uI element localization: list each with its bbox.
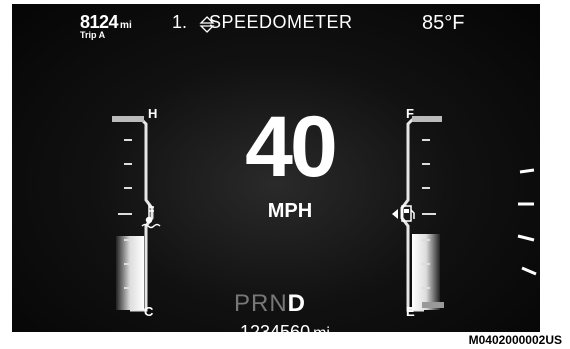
fuel-empty-label: E xyxy=(406,304,415,319)
trip-value: 8124 xyxy=(80,12,119,32)
speed-unit: MPH xyxy=(267,200,313,222)
outside-temperature: 85°F xyxy=(422,12,465,34)
instrument-cluster-display: 8124 mi Trip A 1. SPEEDOMETER 85°F 40 MPH… xyxy=(12,4,540,332)
right-dial-tick xyxy=(519,168,535,174)
display-menu: 1. SPEEDOMETER xyxy=(172,12,353,33)
right-dial-tick xyxy=(517,234,535,242)
fuel-full-label: F xyxy=(406,106,414,121)
odometer: 1234560mi xyxy=(240,322,330,332)
temp-high-label: H xyxy=(148,106,158,121)
right-dial-tick xyxy=(521,266,537,276)
temperature-fill-bar xyxy=(116,236,144,310)
temperature-gauge xyxy=(112,116,154,312)
menu-title: SPEEDOMETER xyxy=(209,12,353,32)
gear-inactive: PRN xyxy=(234,290,288,317)
trip-label: Trip A xyxy=(80,30,106,40)
odometer-value: 1234560 xyxy=(240,322,311,332)
temp-low-label: C xyxy=(144,304,154,319)
trip-odometer: 8124 mi Trip A xyxy=(80,12,132,40)
gear-indicator: PRND xyxy=(234,290,306,318)
menu-index: 1. xyxy=(172,12,188,32)
fuel-fill-bar xyxy=(412,234,440,310)
speed-value: 40 xyxy=(245,99,338,195)
odometer-unit: mi xyxy=(313,325,330,332)
trip-unit: mi xyxy=(120,20,132,31)
gear-active: D xyxy=(287,290,307,317)
menu-arrows-spacer xyxy=(191,14,207,32)
image-code: M0402000002US xyxy=(468,333,562,347)
